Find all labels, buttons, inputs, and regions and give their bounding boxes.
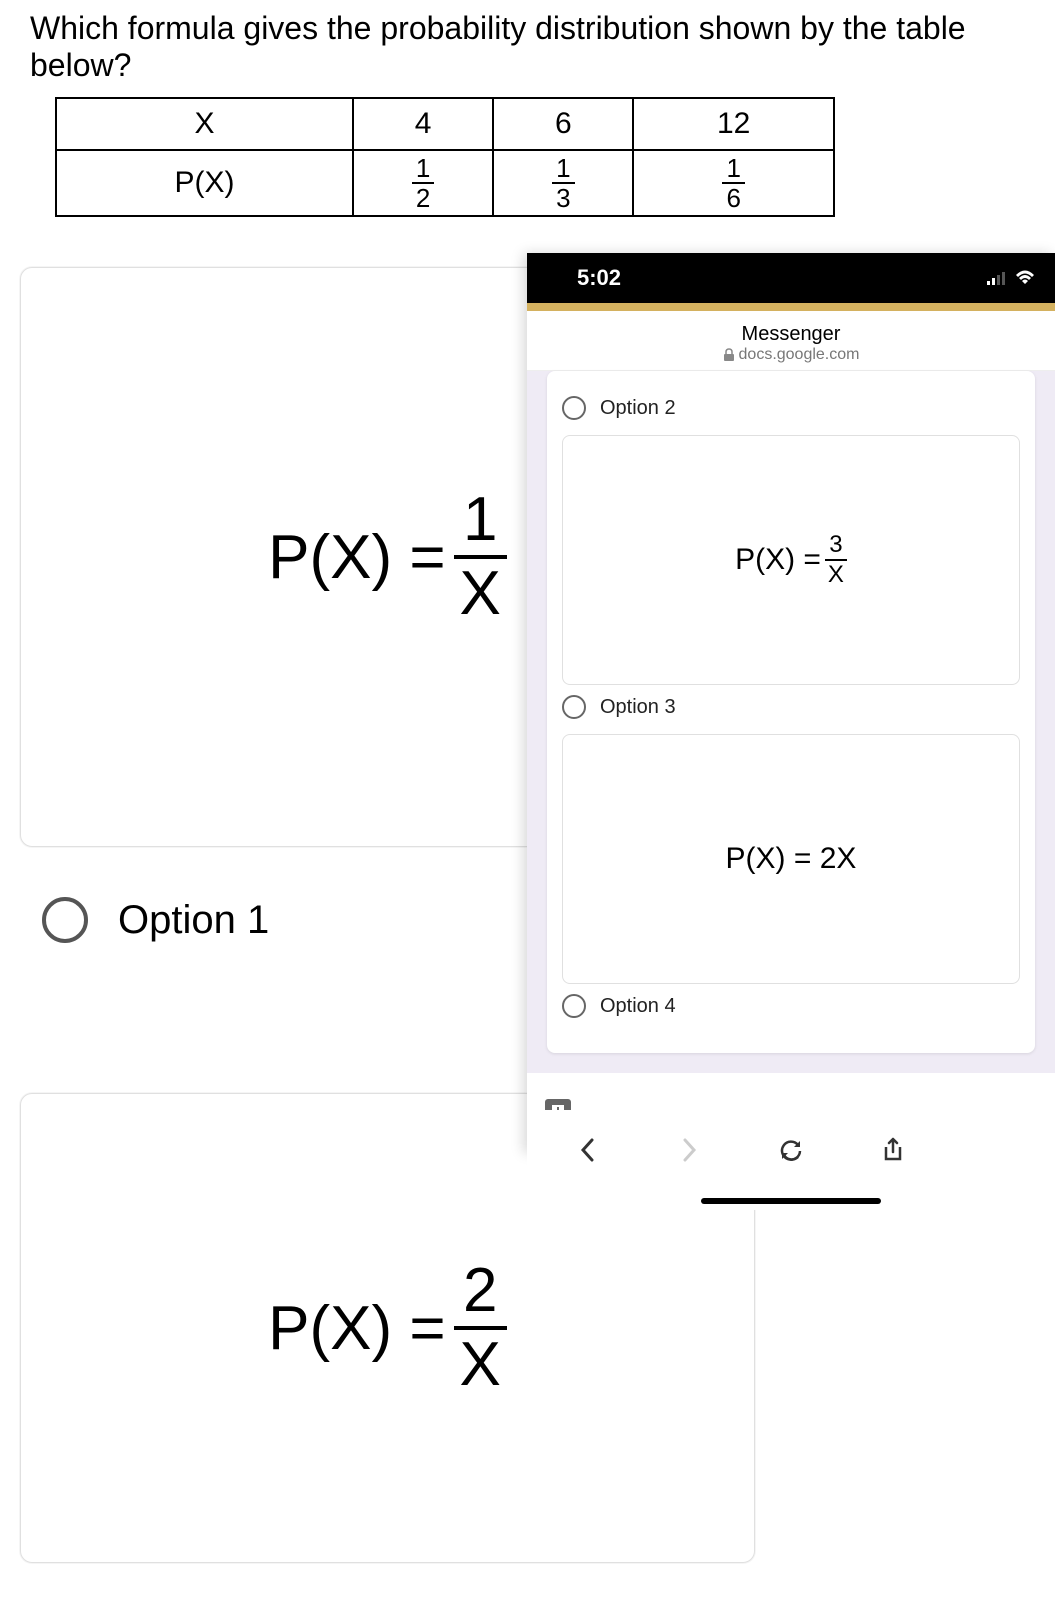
frac-num: 3	[825, 533, 847, 561]
frac-num: 1	[722, 155, 744, 184]
url-display: docs.google.com	[527, 346, 1055, 364]
table-cell: 13	[493, 150, 633, 216]
radio-icon[interactable]	[562, 695, 586, 719]
frac-den: 3	[552, 184, 574, 211]
phone-overlay: 5:02 Messenger docs.google.com Option 2 …	[527, 253, 1055, 1153]
option-4-card[interactable]: P(X) = 2X	[562, 734, 1020, 984]
status-icons	[987, 270, 1035, 286]
gold-accent-bar	[527, 303, 1055, 311]
table-row: P(X) 12 13 16	[56, 150, 834, 216]
formula-left: P(X) =	[268, 1293, 445, 1364]
radio-icon[interactable]	[562, 396, 586, 420]
option-2-label: Option 2	[600, 397, 676, 420]
frac-num: 2	[454, 1260, 507, 1330]
formula-display: P(X) = 1 X	[268, 489, 507, 625]
radio-icon[interactable]	[562, 994, 586, 1018]
table-cell: 12	[353, 150, 493, 216]
option-1-label: Option 1	[118, 898, 269, 943]
lock-icon	[723, 348, 735, 362]
formula-left: P(X) =	[268, 522, 445, 593]
app-title: Messenger	[527, 323, 1055, 346]
frac-num: 1	[552, 155, 574, 184]
frac-den: 2	[412, 184, 434, 211]
option-4-label: Option 4	[600, 995, 676, 1018]
question-text: Which formula gives the probability dist…	[0, 0, 1055, 89]
option-4-radio-row[interactable]: Option 4	[562, 994, 1020, 1018]
phone-content: Option 2 P(X) = 3 X Option 3 P(X) = 2X	[527, 371, 1055, 1073]
table-cell: 16	[633, 150, 834, 216]
option-3-card[interactable]: P(X) = 3 X	[562, 435, 1020, 685]
frac-den: X	[825, 561, 847, 587]
formula-display: P(X) = 3 X	[735, 533, 847, 587]
refresh-button[interactable]	[776, 1135, 806, 1165]
table-cell: 6	[493, 98, 633, 150]
home-indicator[interactable]	[701, 1198, 881, 1204]
table-cell: 4	[353, 98, 493, 150]
home-indicator-area	[527, 1180, 1055, 1210]
formula-display: P(X) = 2 X	[268, 1260, 507, 1396]
formula-text: P(X) = 2X	[726, 842, 857, 876]
radio-icon[interactable]	[42, 897, 88, 943]
frac-num: 1	[454, 489, 507, 559]
option-2-radio-row[interactable]: Option 2	[562, 396, 1020, 420]
formula-display: P(X) = 2X	[726, 842, 857, 876]
status-bar: 5:02	[527, 253, 1055, 303]
wifi-icon	[1015, 270, 1035, 286]
option-3-radio-row[interactable]: Option 3	[562, 695, 1020, 719]
form-card: Option 2 P(X) = 3 X Option 3 P(X) = 2X	[547, 371, 1035, 1053]
status-time: 5:02	[577, 265, 621, 291]
frac-num: 1	[412, 155, 434, 184]
formula-left: P(X) =	[735, 543, 821, 577]
forward-button	[674, 1135, 704, 1165]
frac-den: X	[454, 1330, 507, 1396]
url-text: docs.google.com	[739, 346, 860, 364]
signal-icon	[987, 271, 1009, 285]
table-row: X 4 6 12	[56, 98, 834, 150]
probability-table: X 4 6 12 P(X) 12 13 16	[55, 97, 835, 217]
share-button[interactable]	[878, 1135, 908, 1165]
frac-den: X	[454, 559, 507, 625]
frac-den: 6	[722, 184, 744, 211]
browser-header: Messenger docs.google.com	[527, 311, 1055, 371]
table-header-x: X	[56, 98, 353, 150]
option-3-label: Option 3	[600, 696, 676, 719]
back-button[interactable]	[573, 1135, 603, 1165]
browser-nav-bar	[527, 1110, 1055, 1190]
table-cell: 12	[633, 98, 834, 150]
table-header-px: P(X)	[56, 150, 353, 216]
